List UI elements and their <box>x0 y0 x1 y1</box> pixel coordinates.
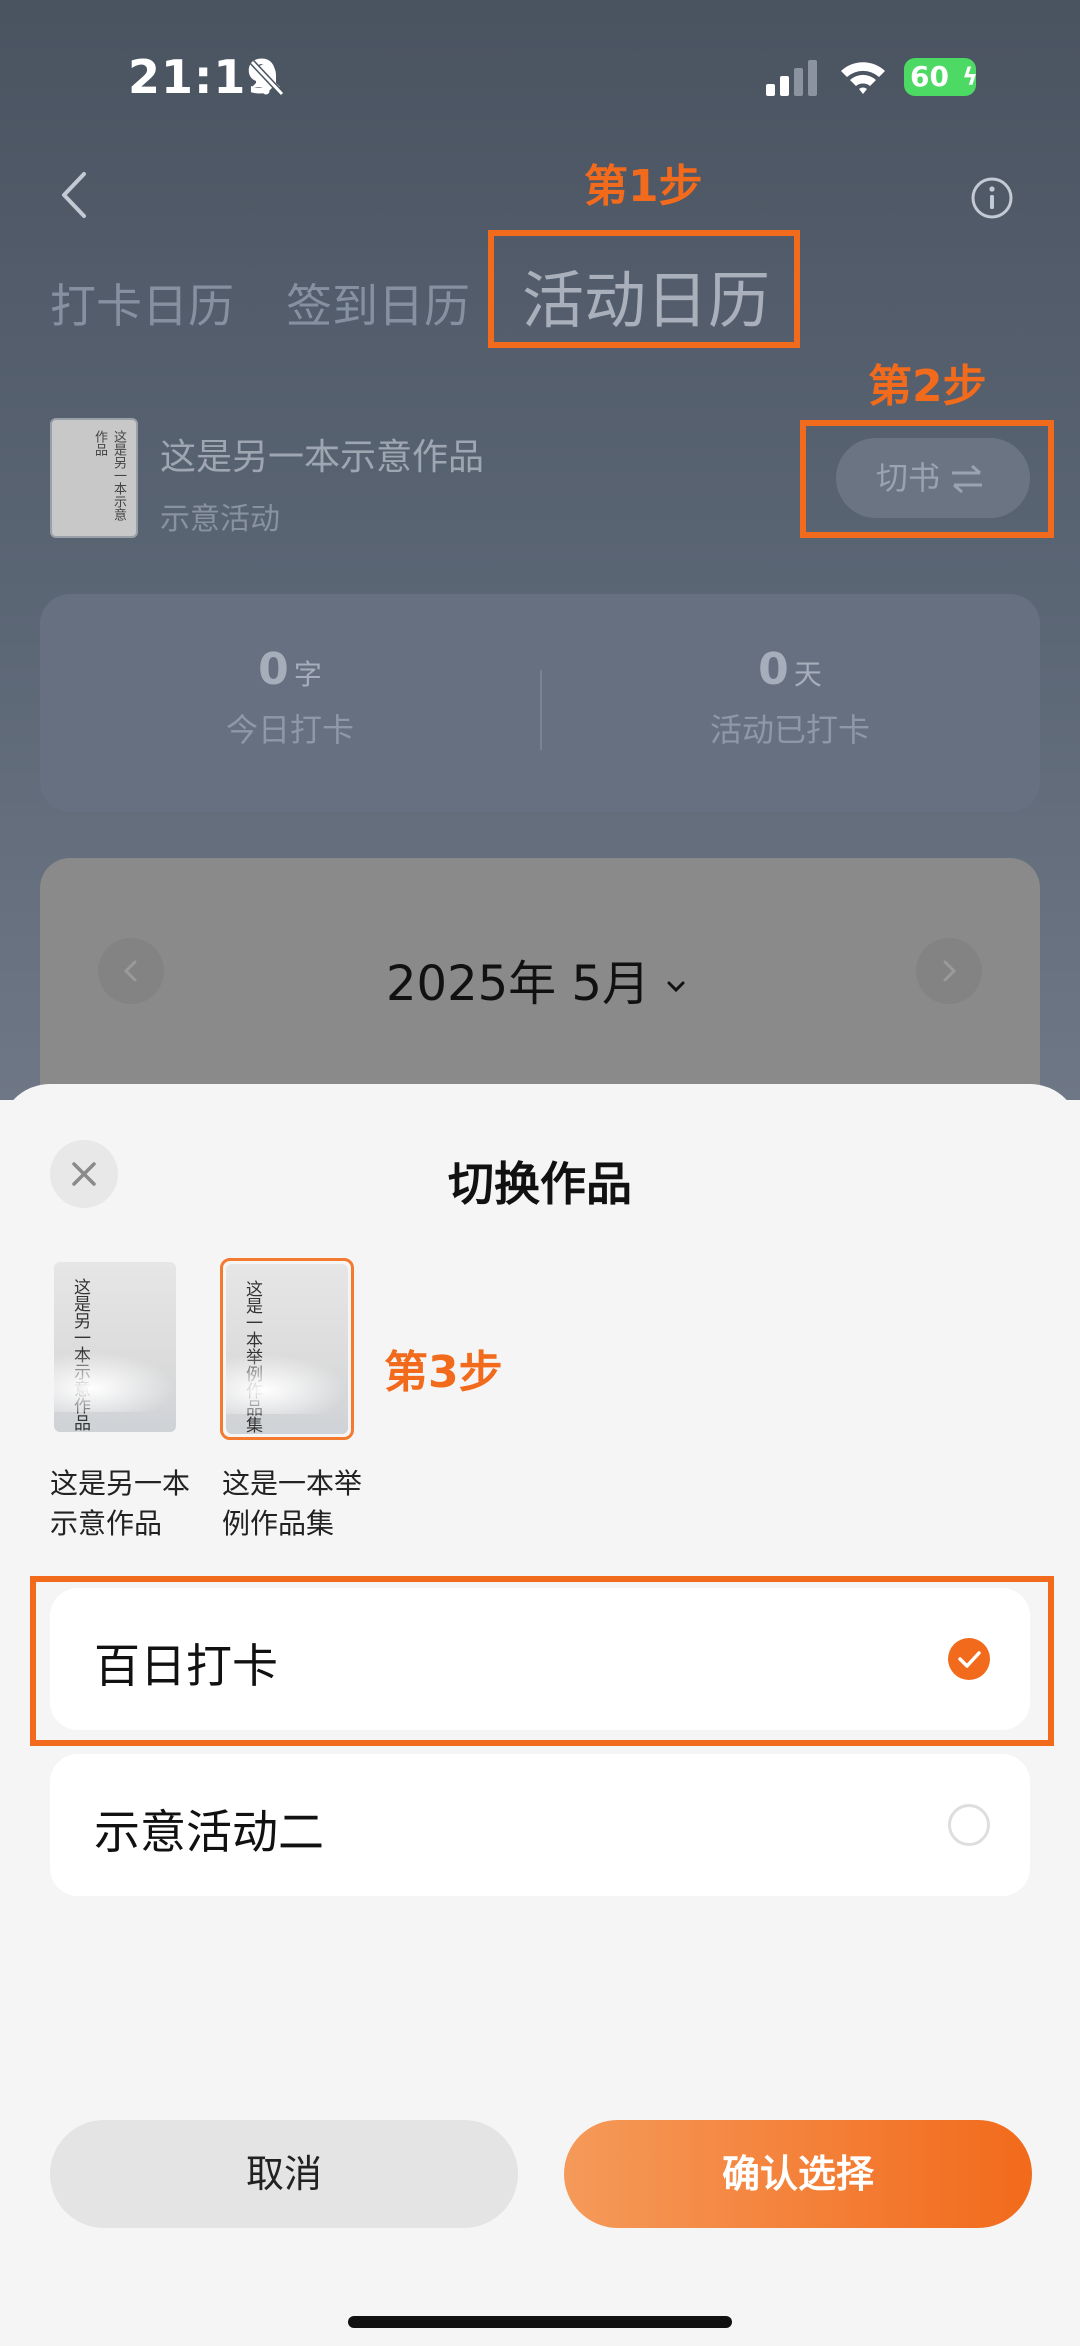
chevron-right-icon <box>943 960 957 982</box>
stats-card: 0 字 今日打卡 0 天 活动已打卡 <box>40 594 1040 812</box>
stat-activity: 0 天 活动已打卡 <box>540 644 1040 751</box>
activity-label: 示意活动二 <box>94 1805 324 1859</box>
current-book-title: 这是另一本示意作品 <box>160 437 485 478</box>
book-caption: 这是另一本示意作品 <box>50 1467 191 1540</box>
sheet-title: 切换作品 <box>448 1157 632 1211</box>
stat-today: 0 字 今日打卡 <box>40 644 540 751</box>
book-caption: 这是一本举例作品集 <box>222 1467 363 1540</box>
bell-muted-icon <box>249 59 285 97</box>
info-icon[interactable] <box>970 176 1014 220</box>
confirm-selection-button[interactable]: 确认选择 <box>564 2120 1032 2228</box>
battery-level: 60 <box>910 60 949 93</box>
back-arrow-icon[interactable] <box>56 170 90 220</box>
cancel-button[interactable]: 取消 <box>50 2120 518 2228</box>
signal-icon <box>766 60 817 96</box>
battery-indicator: 60 ϟ <box>904 58 978 96</box>
stat-today-value: 0 <box>258 644 289 695</box>
current-book-activity: 示意活动 <box>160 502 280 537</box>
month-label: 2025年 5月 <box>386 956 650 1012</box>
stat-today-unit: 字 <box>293 658 322 691</box>
chevron-down-icon <box>667 981 685 993</box>
wifi-icon <box>841 62 885 94</box>
book-cover-option-selected[interactable]: 这是一本举例作品集 <box>226 1264 348 1434</box>
radio-empty-icon <box>948 1804 990 1846</box>
home-indicator <box>348 2316 732 2328</box>
tab-signin-calendar[interactable]: 签到日历 <box>286 270 470 336</box>
activity-option[interactable]: 示意活动二 <box>50 1754 1030 1896</box>
prev-month-button[interactable] <box>98 938 164 1004</box>
step2-annotation: 第2步 <box>868 361 987 412</box>
step1-highlight-box <box>488 230 800 348</box>
book-cover-option[interactable]: 这是另一本示意作品 <box>54 1262 176 1432</box>
step2-highlight-box <box>800 420 1054 538</box>
stat-activity-value: 0 <box>758 644 789 695</box>
cover-illustration <box>226 1354 348 1414</box>
stat-activity-label: 活动已打卡 <box>709 711 870 749</box>
activity-calendar-page: 21:19 60 ϟ 打卡日历 签到日历 活动日历 这是另一本示意作品 这是另一… <box>0 0 1080 1158</box>
tab-punch-calendar[interactable]: 打卡日历 <box>50 270 234 336</box>
stat-activity-unit: 天 <box>793 658 822 691</box>
chevron-left-icon <box>123 960 137 982</box>
next-month-button[interactable] <box>916 938 982 1004</box>
stat-today-label: 今日打卡 <box>225 711 354 749</box>
step3-highlight-box <box>30 1576 1054 1746</box>
step3-annotation: 第3步 <box>384 1347 503 1398</box>
month-selector[interactable]: 2025年 5月 <box>386 944 687 1014</box>
cover-illustration <box>54 1352 176 1412</box>
current-book-cover: 这是另一本示意作品 <box>50 418 138 538</box>
step1-annotation: 第1步 <box>584 161 703 212</box>
charging-bolt-icon: ϟ <box>962 63 978 91</box>
